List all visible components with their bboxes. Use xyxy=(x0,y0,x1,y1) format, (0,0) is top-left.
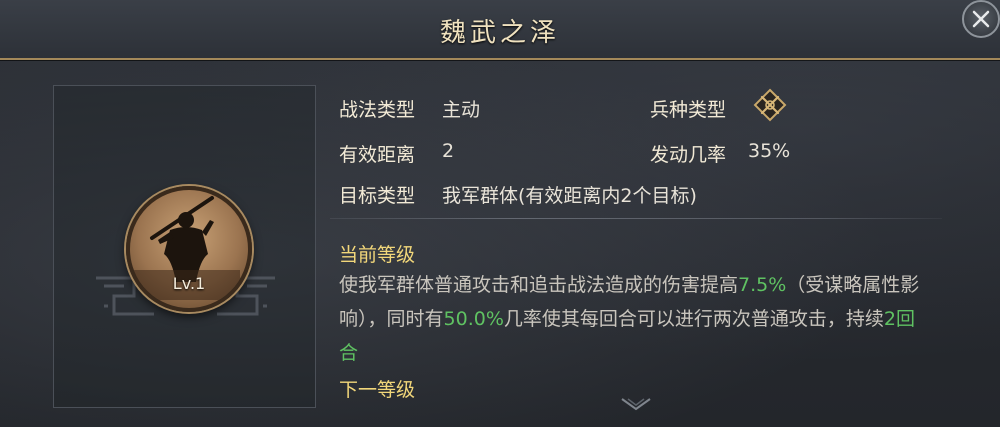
skill-medallion: Lv.1 xyxy=(126,186,252,312)
current-level-description: 使我军群体普通攻击和追击战法造成的伤害提高7.5%（受谋略属性影响），同时有50… xyxy=(339,268,929,370)
next-level-heading: 下一等级 xyxy=(339,379,416,401)
skill-detail-panel: 魏武之泽 Lv.1 战法类型 主动 兵种类型 有效距离 2 发动几率 35% 目… xyxy=(0,0,1000,427)
double-attack-chance-value: 50.0% xyxy=(443,308,504,330)
target-type-value: 我军群体(有效距离内2个目标) xyxy=(442,185,697,207)
trigger-rate-value: 35% xyxy=(748,140,791,162)
skill-type-label: 战法类型 xyxy=(339,99,416,121)
current-level-heading: 当前等级 xyxy=(339,244,416,266)
chevron-down-icon[interactable] xyxy=(620,397,652,411)
close-icon xyxy=(972,10,990,28)
desc-text-3: 几率使其每回合可以进行两次普通攻击，持续 xyxy=(503,308,884,330)
desc-text-1: 使我军群体普通攻击和追击战法造成的伤害提高 xyxy=(339,274,739,296)
trigger-rate-label: 发动几率 xyxy=(650,144,727,166)
range-label: 有效距离 xyxy=(339,144,416,166)
target-type-label: 目标类型 xyxy=(339,185,416,207)
portrait-frame: Lv.1 xyxy=(53,85,316,408)
skill-type-value: 主动 xyxy=(442,99,481,121)
close-button[interactable] xyxy=(962,0,1000,38)
damage-bonus-value: 7.5% xyxy=(738,274,787,296)
skill-title: 魏武之泽 xyxy=(439,18,560,48)
title-bar: 魏武之泽 xyxy=(0,0,1000,60)
troop-type-label: 兵种类型 xyxy=(650,99,727,121)
troop-type-icon[interactable] xyxy=(752,87,788,123)
skill-level-label: Lv.1 xyxy=(172,274,206,293)
divider xyxy=(330,218,942,219)
range-value: 2 xyxy=(442,140,455,162)
